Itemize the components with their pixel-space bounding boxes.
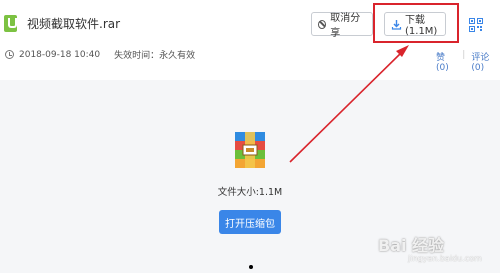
social-divider: | <box>462 50 466 60</box>
clock-icon <box>5 50 14 59</box>
cancel-share-label: 取消分享 <box>330 13 361 39</box>
ban-icon <box>318 19 327 29</box>
file-header: 视频截取软件.rar 2018-09-18 10:40 失效时间：永久有效 取消… <box>0 0 500 78</box>
cancel-share-button[interactable]: 取消分享 <box>311 12 373 39</box>
file-name: 视频截取软件.rar <box>27 17 121 31</box>
open-archive-button[interactable]: 打开压缩包 <box>219 210 281 234</box>
expire-label: 失效时间：永久有效 <box>114 51 196 61</box>
comment-link[interactable]: 评论(0) <box>471 50 500 73</box>
social-links: 赞(0) | 评论(0) <box>436 50 500 73</box>
pagination-dot <box>249 265 253 269</box>
archive-icon <box>233 132 267 168</box>
file-size-text: 文件大小:1.1M <box>217 187 283 198</box>
qr-code-icon[interactable] <box>469 17 483 32</box>
file-type-icon <box>4 15 17 32</box>
file-date: 2018-09-18 10:40 <box>19 49 101 60</box>
file-meta: 2018-09-18 10:40 失效时间：永久有效 <box>5 48 195 61</box>
like-link[interactable]: 赞(0) <box>436 50 456 73</box>
annotation-highlight-box <box>373 3 459 43</box>
baidu-watermark-logo: Bai 经验 <box>378 236 445 255</box>
baidu-watermark-url: jingyan.baidu.com <box>408 254 482 263</box>
